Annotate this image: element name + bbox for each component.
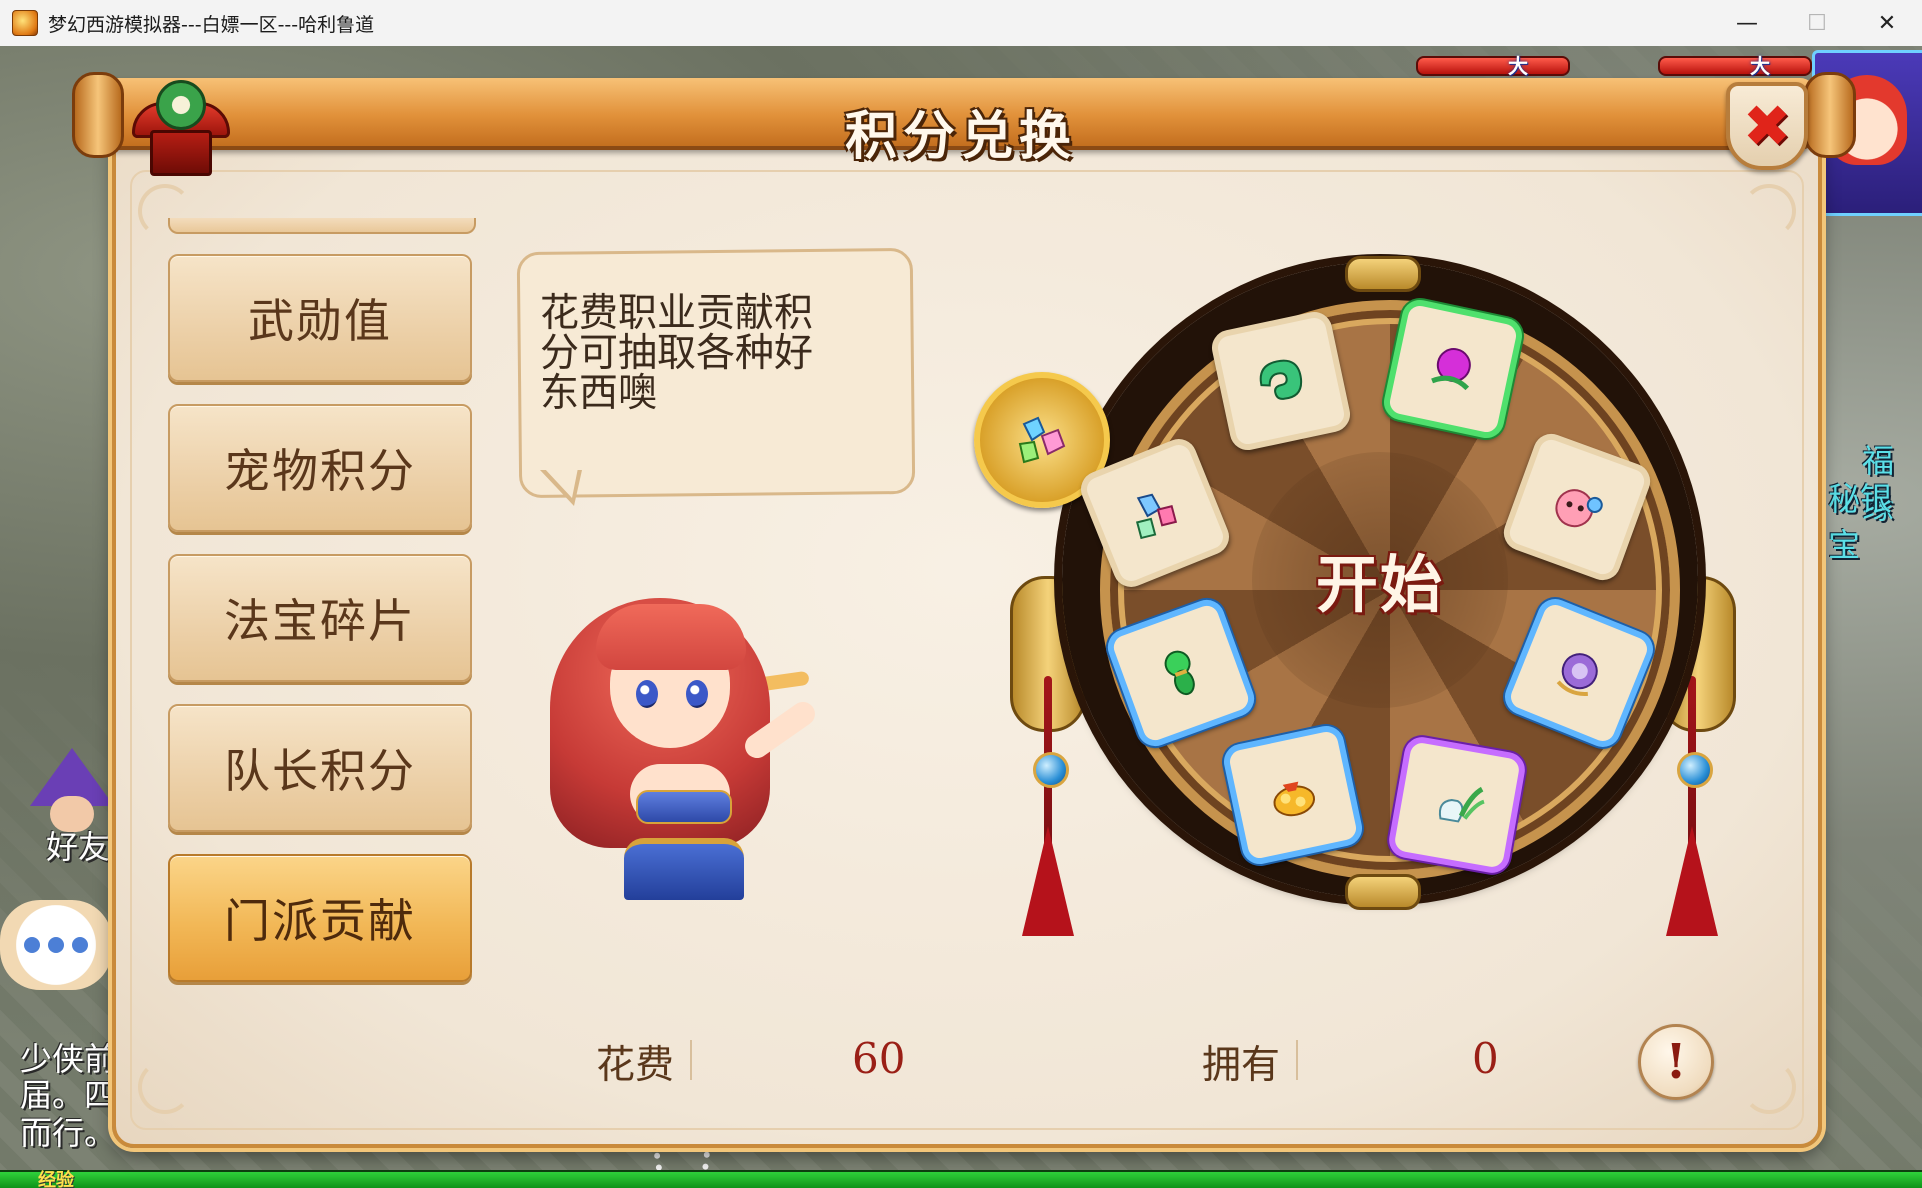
corner-ornament	[138, 1060, 192, 1114]
chat-dot-icon	[72, 937, 88, 953]
footer-separator	[1296, 1040, 1298, 1080]
pet-egg-icon	[1555, 489, 1603, 528]
close-icon: ✖	[1742, 92, 1792, 160]
chat-dot-icon	[48, 937, 64, 953]
exclamation-icon: !	[1665, 1034, 1687, 1090]
character-bangs	[596, 604, 746, 670]
crystal-bundle-icon	[1135, 493, 1178, 540]
wheel-slot-9[interactable]	[1386, 734, 1528, 876]
character-eye	[636, 680, 658, 708]
close-window-button[interactable]: ✕	[1852, 0, 1922, 46]
category-wuxun[interactable]: 武勋值	[168, 254, 472, 382]
hp-bar	[1658, 56, 1812, 76]
jade-ring	[156, 80, 206, 130]
cost-label: 花费	[596, 1043, 675, 1088]
prize-wheel: 开始	[974, 256, 1740, 936]
tassel-right-icon	[1666, 826, 1718, 936]
character-top	[636, 790, 732, 824]
vase-herb-icon	[1438, 786, 1485, 823]
start-spin-button[interactable]: 开始	[1300, 534, 1460, 624]
knot-bottom-icon	[1345, 874, 1421, 910]
speech-bubble-tail-fill	[544, 468, 578, 498]
green-gourd-icon	[1164, 650, 1195, 696]
speech-bubble-text: 花费职业贡献积分可抽取各种好东西噢	[540, 291, 814, 416]
owned-value: 0	[1472, 1034, 1499, 1083]
wheel-slot-8[interactable]	[1220, 722, 1366, 868]
friend-label: 好友	[46, 828, 111, 866]
maximize-button[interactable]: ☐	[1782, 0, 1852, 46]
window-titlebar: 梦幻西游模拟器---白嫖一区---哈利鲁道 — ☐ ✕	[0, 0, 1922, 47]
npc-character-illustration	[540, 568, 860, 900]
category-magic-fragments[interactable]: 法宝碎片	[168, 554, 472, 682]
tassel-left-icon	[1022, 826, 1074, 936]
chat-dot-icon	[24, 937, 40, 953]
bead-right-icon	[1677, 752, 1713, 788]
wheel-slot-2[interactable]	[1208, 308, 1354, 454]
experience-label: 经验	[38, 1170, 74, 1188]
owned-label: 拥有	[1202, 1043, 1281, 1088]
gem-cluster-icon	[1018, 416, 1066, 464]
chat-button[interactable]	[0, 900, 112, 990]
cost-value: 60	[852, 1034, 906, 1083]
category-pet-points[interactable]: 宠物积分	[168, 404, 472, 532]
jade-ring-icon	[1259, 359, 1303, 400]
start-label: 开始	[1315, 548, 1444, 621]
bead-left-icon	[1033, 752, 1069, 788]
category-captain-points[interactable]: 队长积分	[168, 704, 472, 832]
chat-line-3: 而行。	[20, 1114, 117, 1152]
purple-shell-icon	[1556, 653, 1598, 696]
footer-separator	[690, 1040, 692, 1080]
minimize-button[interactable]: —	[1712, 0, 1782, 46]
window-controls: — ☐ ✕	[1712, 0, 1922, 46]
wheel-slot-3[interactable]	[1380, 296, 1526, 442]
dialog-title: 积分兑换	[844, 106, 1077, 167]
knot-top-icon	[1345, 256, 1421, 292]
app-icon	[12, 10, 38, 36]
jade-emblem-icon	[132, 80, 230, 180]
category-list[interactable]: 武勋值 宠物积分 法宝碎片 队长积分 门派贡献	[168, 218, 476, 996]
emblem-base	[150, 130, 212, 176]
world-label-2: 秘银宝	[1828, 480, 1893, 564]
gold-treasure-icon	[1273, 781, 1316, 817]
character-eye	[686, 680, 708, 708]
corner-ornament	[1742, 184, 1796, 238]
window-title: 梦幻西游模拟器---白嫖一区---哈利鲁道	[48, 13, 375, 36]
category-item-partial[interactable]	[168, 218, 476, 234]
dialog-close-button[interactable]: ✖	[1726, 82, 1808, 170]
info-button[interactable]: !	[1638, 1024, 1714, 1100]
hp-bar	[1416, 56, 1570, 76]
purple-orb-icon	[1431, 348, 1471, 391]
corner-ornament	[1742, 1060, 1796, 1114]
character-skirt	[624, 838, 744, 900]
experience-bar	[0, 1170, 1922, 1188]
category-sect-contribution[interactable]: 门派贡献	[168, 854, 472, 982]
